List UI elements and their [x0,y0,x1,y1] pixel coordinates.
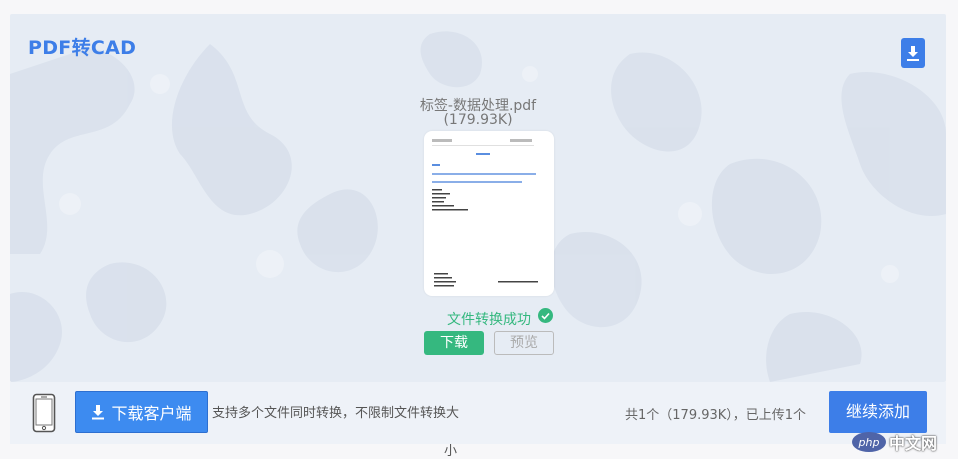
feature-description-wrap: 小 [444,444,458,459]
feature-description: 支持多个文件同时转换，不限制文件转换大 [212,406,460,421]
file-size: (179.93K) [443,112,513,128]
page-title: PDF转CAD [28,37,137,59]
bottom-bar: 下载客户端 支持多个文件同时转换，不限制文件转换大 小 共1个（179.93K）… [10,382,946,459]
watermark-text: 中文网 [889,434,938,453]
document-preview [432,139,538,287]
continue-add-button[interactable]: 继续添加 [829,391,927,433]
download-button[interactable]: 下载 [424,331,484,355]
watermark-logo: php [852,432,886,452]
file-thumbnail[interactable] [424,131,554,296]
download-client-label: 下载客户端 [111,404,192,423]
download-icon[interactable] [901,38,925,68]
watermark: php 中文网 [852,430,958,454]
conversion-status: 文件转换成功 [447,312,531,328]
preview-button[interactable]: 预览 [494,331,554,355]
download-icon [92,405,105,420]
download-arrow-icon [907,46,919,61]
download-client-button[interactable]: 下载客户端 [75,391,208,433]
conversion-panel: PDF转CAD 标签-数据处理.pdf (179.93K) 文件转换成功 下载 … [10,14,946,382]
upload-count: 共1个（179.93K），已上传1个 [625,408,807,423]
phone-icon [32,393,56,433]
check-circle-icon [538,308,553,323]
